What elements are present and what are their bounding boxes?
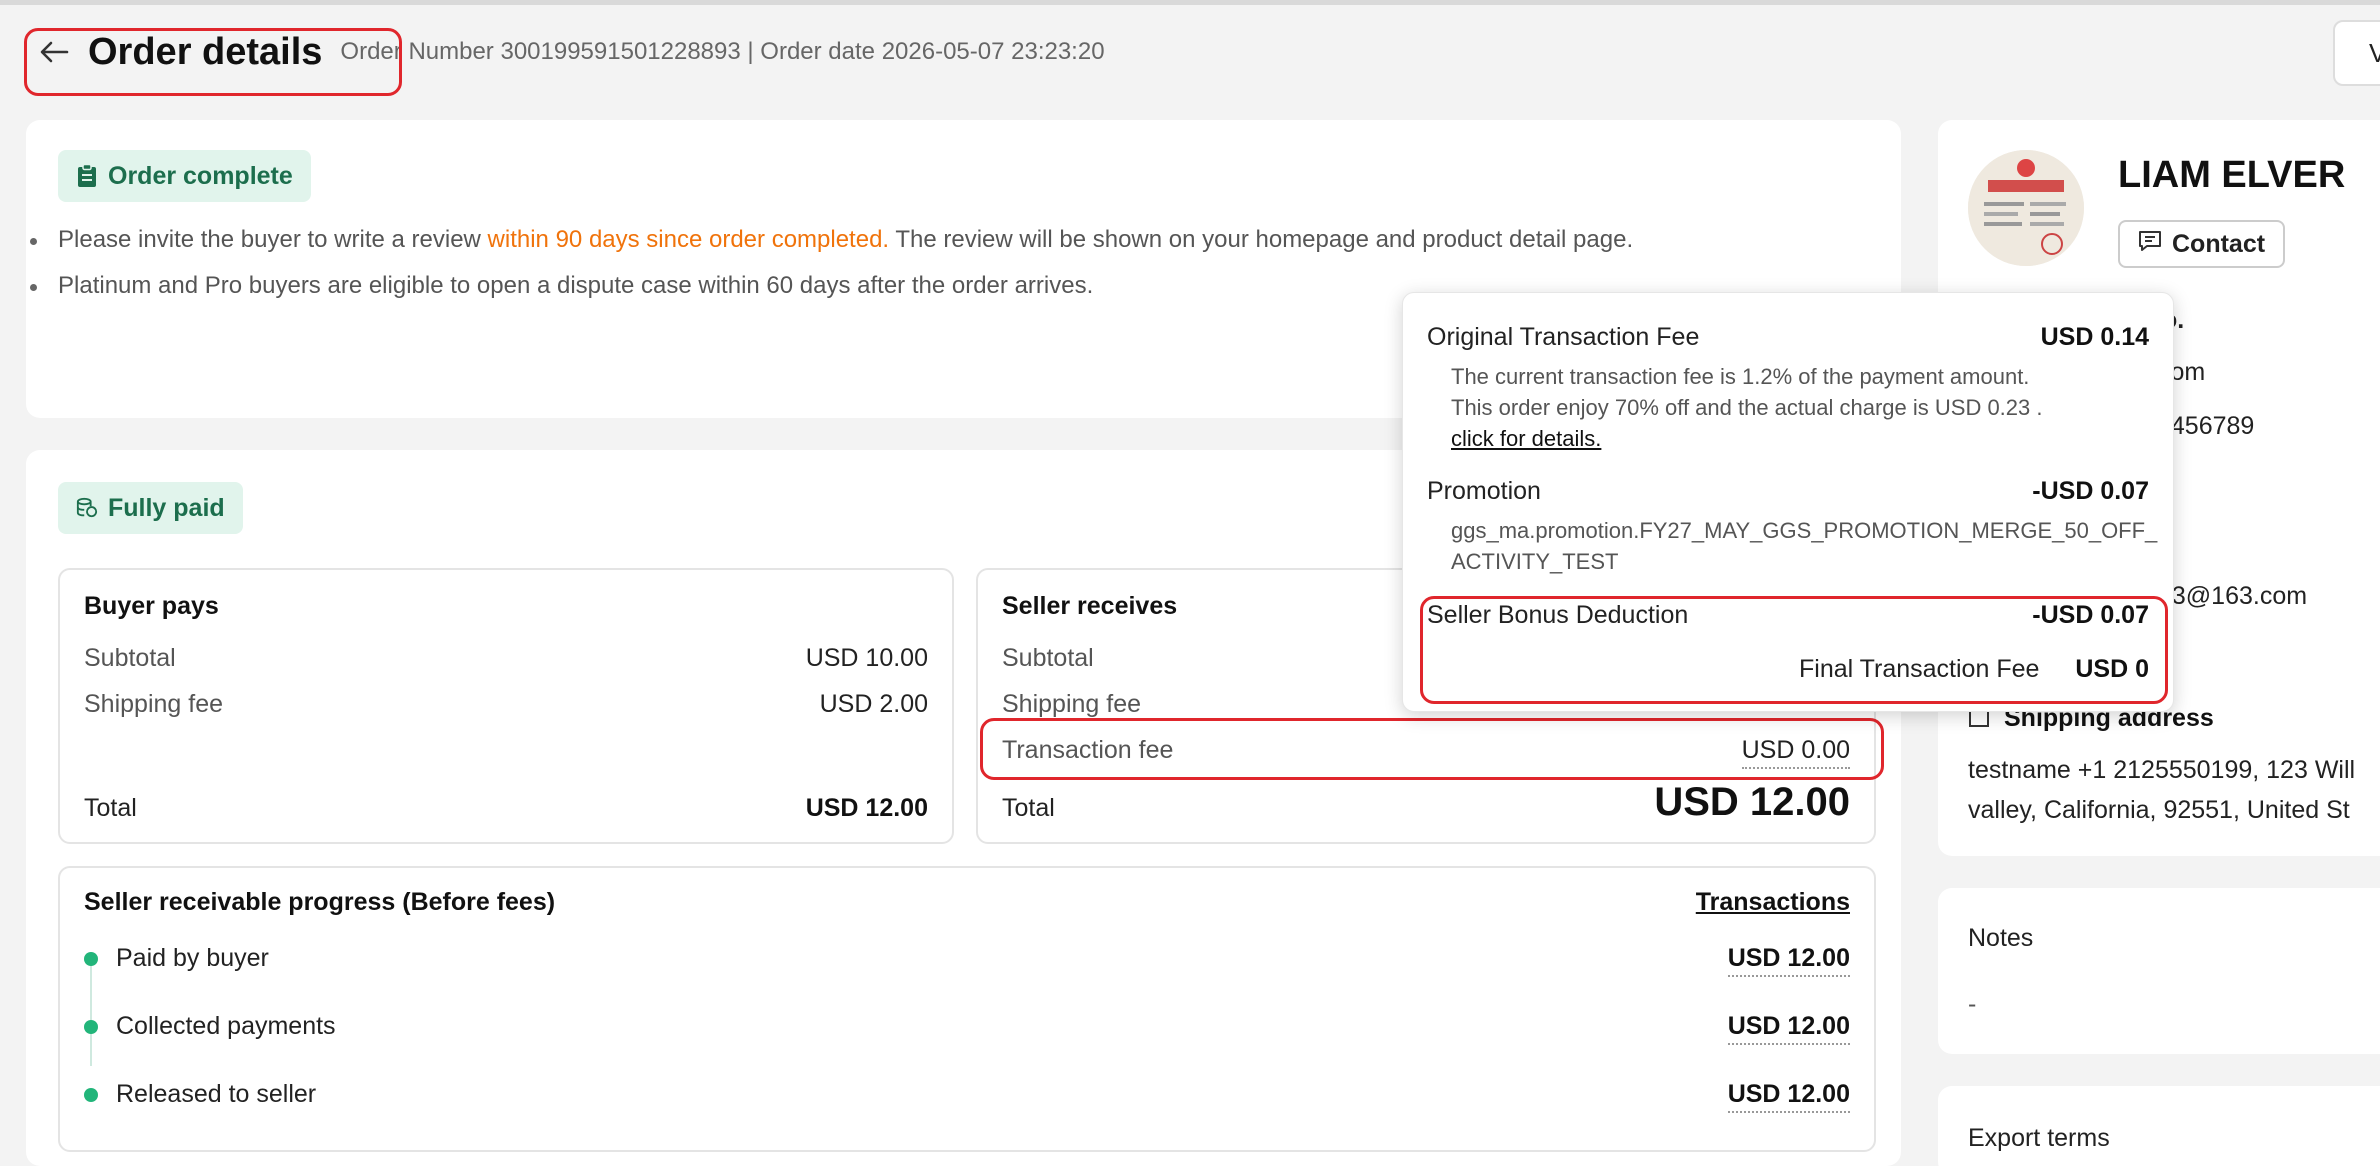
final-fee-value: USD 0 <box>2075 655 2149 683</box>
shipping-fee-label: Shipping fee <box>84 690 224 718</box>
export-terms-card: Export terms <box>1938 1086 2380 1166</box>
bullet <box>30 238 37 245</box>
page-header: Order details Order Number 3001995915012… <box>24 22 1105 82</box>
progress-step-label: Collected payments <box>116 1012 336 1040</box>
progress-title: Seller receivable progress (Before fees) <box>84 888 556 916</box>
shipping-address-line: testname +1 2125550199, 123 Will <box>1968 756 2356 784</box>
transaction-fee-value[interactable]: USD 0.00 <box>1741 736 1850 769</box>
subtotal-label: Subtotal <box>84 644 176 672</box>
progress-dot <box>84 952 98 966</box>
order-complete-badge: Order complete <box>58 150 311 202</box>
seller-bonus-value: -USD 0.07 <box>2032 601 2149 629</box>
total-label: Total <box>84 794 137 822</box>
receivable-progress-box: Seller receivable progress (Before fees)… <box>58 866 1876 1152</box>
notes-card: Notes - <box>1938 888 2380 1054</box>
fully-paid-label: Fully paid <box>108 493 225 522</box>
progress-step-label: Released to seller <box>116 1080 317 1108</box>
review-notice-text: Please invite the buyer to write a revie… <box>58 226 488 253</box>
promotion-value: -USD 0.07 <box>2032 477 2149 505</box>
buyer-pays-box: Buyer pays Subtotal USD 10.00 Shipping f… <box>58 568 954 844</box>
order-complete-label: Order complete <box>108 161 293 190</box>
click-for-details-link[interactable]: click for details. <box>1451 423 2131 454</box>
original-fee-value: USD 0.14 <box>2040 323 2149 351</box>
seller-total-label: Total <box>1002 794 1055 822</box>
subtotal-value: USD 10.00 <box>805 644 928 672</box>
coins-icon <box>76 495 98 521</box>
bullet <box>30 284 37 291</box>
progress-step-value[interactable]: USD 12.00 <box>1727 1080 1850 1113</box>
contact-label: Contact <box>2172 229 2266 258</box>
notes-title: Notes <box>1968 924 2034 952</box>
order-meta: Order Number 300199591501228893 | Order … <box>340 38 1105 65</box>
review-notice-highlight: within 90 days since order completed. <box>487 226 890 253</box>
buyer-email: 43@163.com <box>2158 582 2308 610</box>
seller-total-value: USD 12.00 <box>1654 780 1850 824</box>
seller-shipping-fee-label: Shipping fee <box>1002 690 1142 718</box>
progress-dot <box>84 1088 98 1102</box>
review-notice: Please invite the buyer to write a revie… <box>30 226 1634 254</box>
page-title: Order details <box>88 30 323 73</box>
final-fee-label: Final Transaction Fee <box>1799 655 2040 683</box>
dispute-notice-text: Platinum and Pro buyers are eligible to … <box>58 272 1094 299</box>
fully-paid-badge: Fully paid <box>58 482 243 534</box>
dispute-notice: Platinum and Pro buyers are eligible to … <box>30 272 1094 300</box>
export-terms-title: Export terms <box>1968 1124 2110 1152</box>
seller-subtotal-label: Subtotal <box>1002 644 1094 672</box>
buyer-avatar <box>1968 150 2084 266</box>
shipping-fee-value: USD 2.00 <box>819 690 928 718</box>
fee-desc-line: The current transaction fee is 1.2% of t… <box>1451 364 2030 389</box>
shipping-address-line: valley, California, 92551, United St <box>1968 796 2350 824</box>
seller-bonus-label: Seller Bonus Deduction <box>1427 601 1689 629</box>
original-fee-label: Original Transaction Fee <box>1427 323 1700 351</box>
progress-step-label: Paid by buyer <box>116 944 269 972</box>
notes-value: - <box>1968 990 1977 1018</box>
top-divider <box>0 0 2380 5</box>
contact-button[interactable]: Contact <box>2118 220 2286 268</box>
progress-step-value[interactable]: USD 12.00 <box>1727 944 1850 977</box>
review-notice-suffix: The review will be shown on your homepag… <box>889 226 1634 253</box>
chat-icon <box>2138 230 2162 259</box>
progress-step-value[interactable]: USD 12.00 <box>1727 1012 1850 1045</box>
total-value: USD 12.00 <box>805 794 928 822</box>
transaction-fee-label: Transaction fee <box>1002 736 1174 764</box>
transactions-link[interactable]: Transactions <box>1696 888 1850 917</box>
corner-button[interactable]: V <box>2333 20 2380 86</box>
transaction-fee-popover: Original Transaction Fee USD 0.14 The cu… <box>1402 292 2174 712</box>
seller-receives-title: Seller receives <box>1002 592 1178 620</box>
back-arrow-icon[interactable] <box>34 32 74 72</box>
promotion-label: Promotion <box>1427 477 1541 505</box>
buyer-name: LIAM ELVER <box>2118 154 2346 196</box>
progress-line <box>90 952 92 1066</box>
clipboard-icon <box>76 163 98 189</box>
buyer-pays-title: Buyer pays <box>84 592 219 620</box>
progress-dot <box>84 1020 98 1034</box>
promotion-code: ggs_ma.promotion.FY27_MAY_GGS_PROMOTION_… <box>1451 518 2158 574</box>
original-fee-description: The current transaction fee is 1.2% of t… <box>1451 361 2131 454</box>
fee-desc-line: This order enjoy 70% off and the actual … <box>1451 395 2043 420</box>
